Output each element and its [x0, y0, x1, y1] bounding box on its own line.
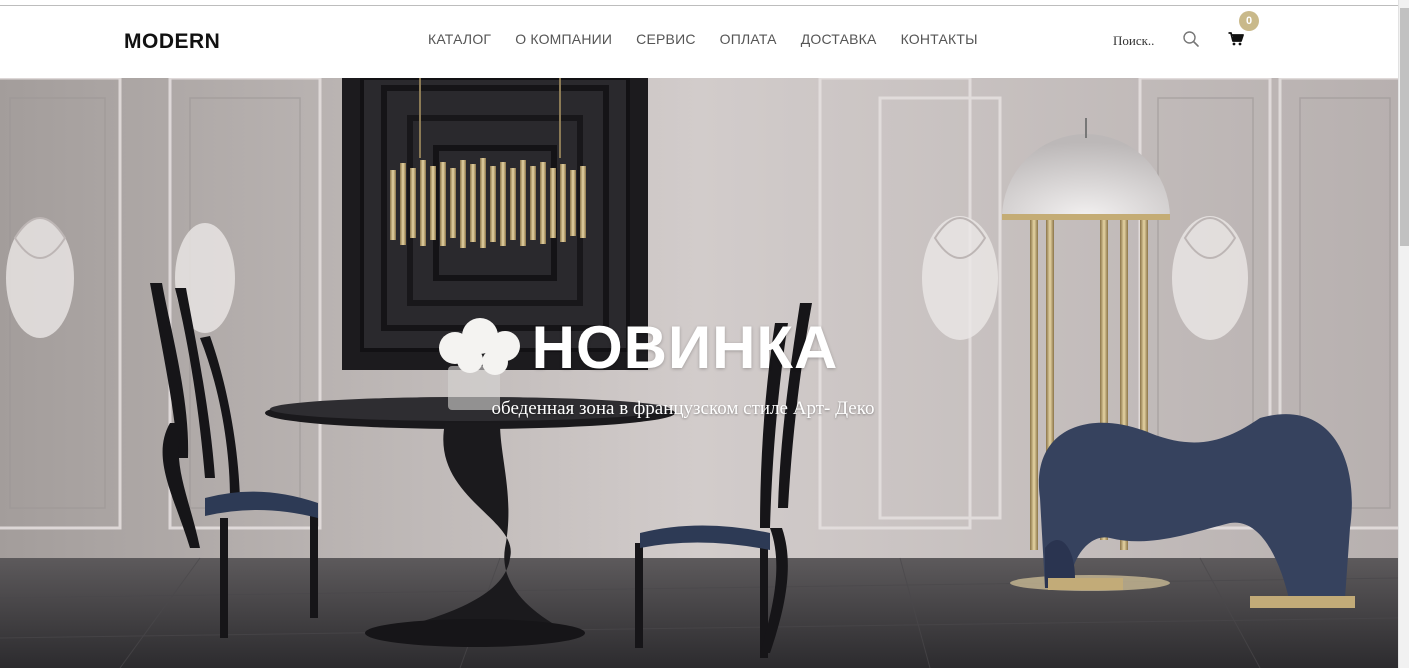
cart-icon[interactable]	[1228, 32, 1244, 46]
nav-item-payment[interactable]: ОПЛАТА	[720, 31, 777, 47]
search-icon[interactable]	[1182, 30, 1200, 48]
nav-item-catalog[interactable]: КАТАЛОГ	[428, 31, 491, 47]
cart-count-badge: 0	[1239, 11, 1259, 31]
site-header: MODERN КАТАЛОГ О КОМПАНИИ СЕРВИС ОПЛАТА …	[0, 6, 1398, 78]
scrollbar-thumb[interactable]	[1400, 8, 1409, 246]
nav-item-contacts[interactable]: КОНТАКТЫ	[901, 31, 978, 47]
hero-banner: НОВИНКА обеденная зона в французском сти…	[0, 78, 1398, 668]
nav-item-about[interactable]: О КОМПАНИИ	[515, 31, 612, 47]
hero-subtitle: обеденная зона в французском стиле Арт- …	[491, 398, 875, 419]
hero-title: НОВИНКА	[531, 314, 839, 381]
nav-item-service[interactable]: СЕРВИС	[636, 31, 696, 47]
search-input[interactable]	[1105, 29, 1167, 53]
nav-item-delivery[interactable]: ДОСТАВКА	[801, 31, 877, 47]
site-logo[interactable]: MODERN	[124, 30, 220, 54]
main-nav: КАТАЛОГ О КОМПАНИИ СЕРВИС ОПЛАТА ДОСТАВК…	[428, 31, 1002, 47]
page-scrollbar[interactable]	[1398, 0, 1409, 668]
